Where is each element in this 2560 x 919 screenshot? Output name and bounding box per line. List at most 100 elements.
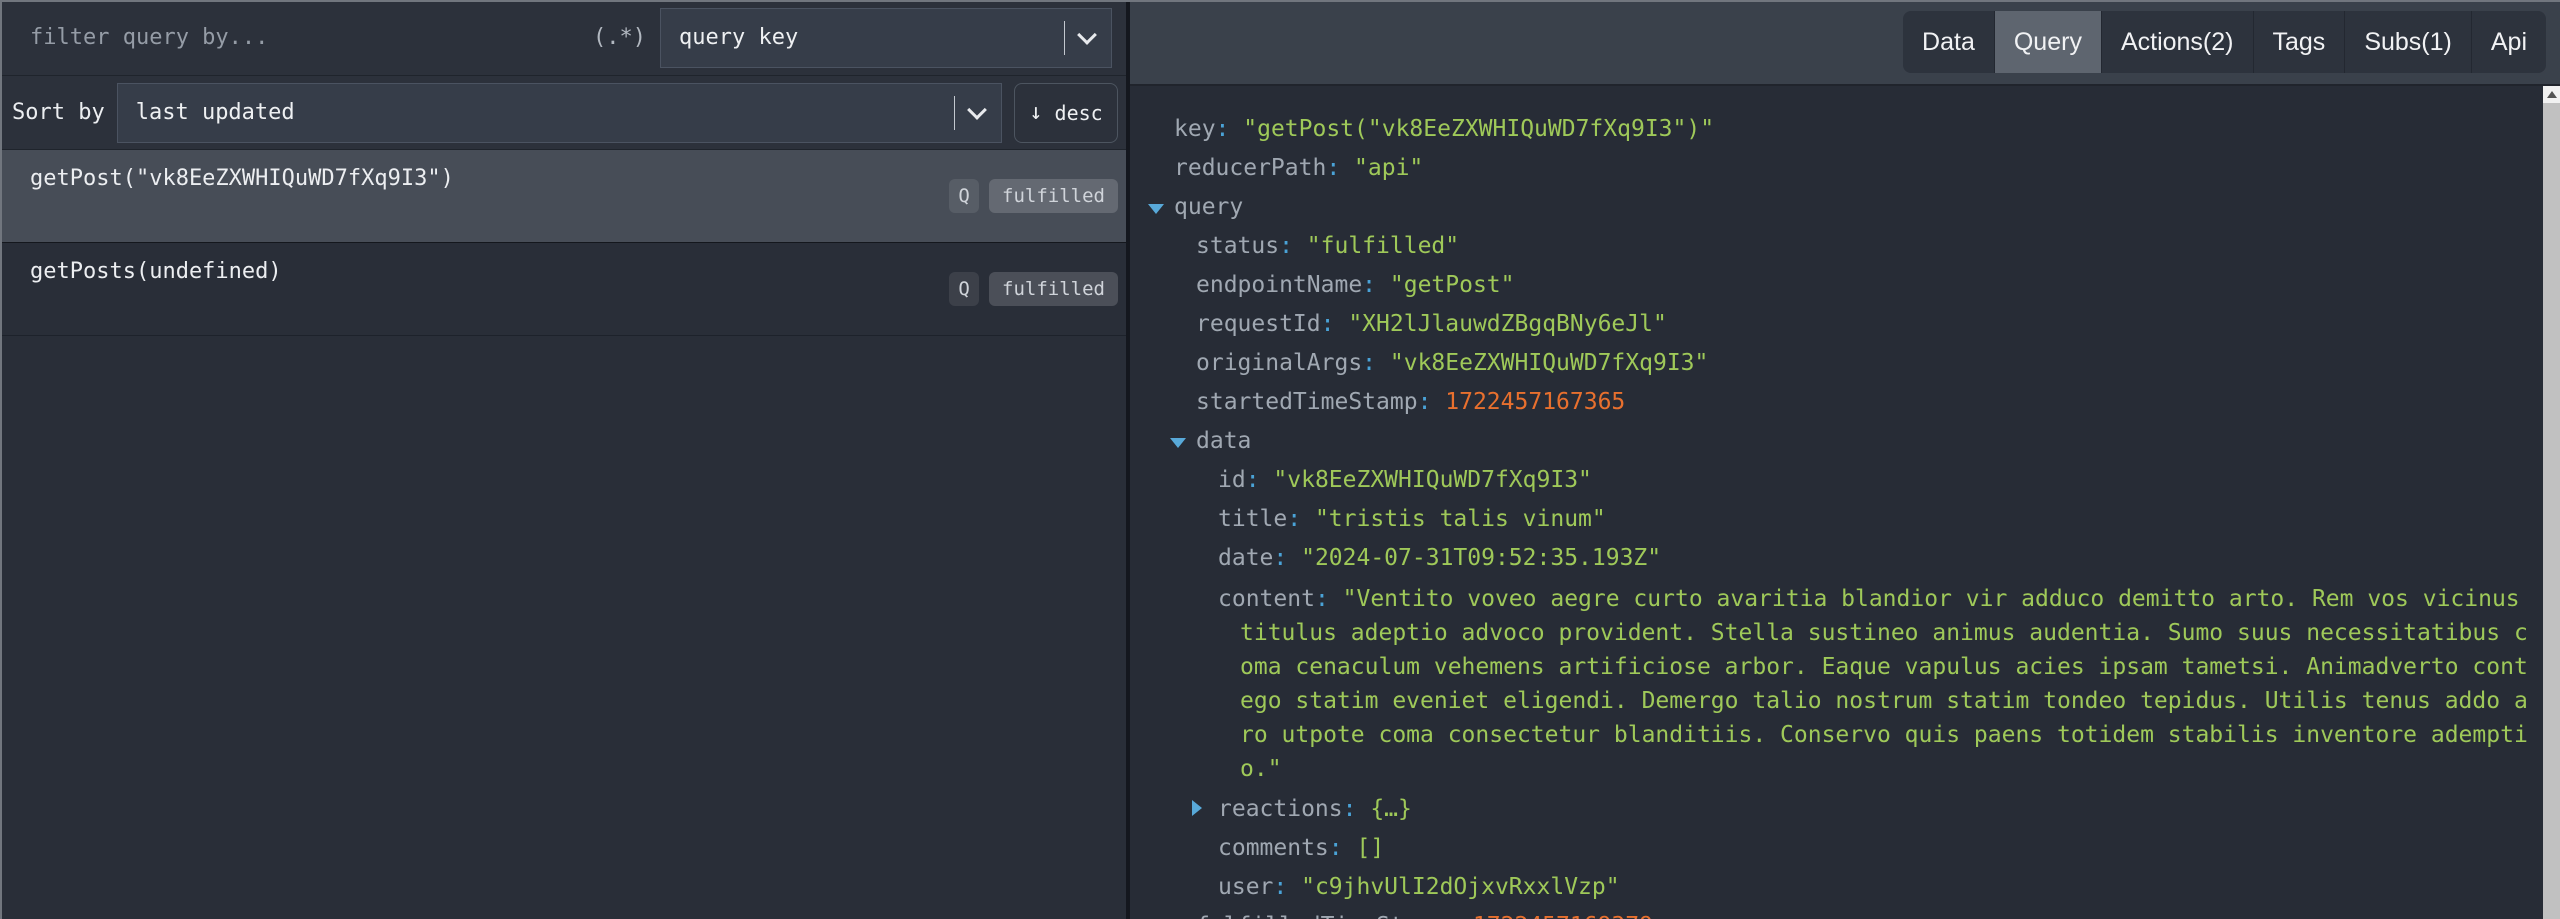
filter-query-input[interactable] xyxy=(30,25,585,50)
tree-value: "tristis talis vinum" xyxy=(1315,506,1606,532)
tree-value: 1722457169379 xyxy=(1473,913,1653,919)
tree-row-title: title: "tristis talis vinum" xyxy=(1174,500,2543,539)
query-list-item-0[interactable]: getPost("vk8EeZXWHIQuWD7fXq9I3")Qfulfill… xyxy=(0,150,1126,243)
expand-arrow-icon[interactable] xyxy=(1192,790,1218,829)
tree-colon: : xyxy=(1273,545,1301,571)
tree-row-reducerpath: reducerPath: "api" xyxy=(1174,149,2543,188)
tab-api[interactable]: Api xyxy=(2471,11,2546,73)
chevron-down-icon xyxy=(1077,25,1097,45)
query-type-badge: Q xyxy=(949,179,979,213)
tree-row-data[interactable]: data xyxy=(1174,422,2543,461)
tree-value: "Ventito voveo aegre curto avaritia blan… xyxy=(1240,586,2528,782)
window-top-border xyxy=(0,0,2560,2)
sort-by-select[interactable]: last updated xyxy=(117,83,1002,143)
tree-row-reactions[interactable]: reactions: {…} xyxy=(1174,790,2543,829)
tree-row-content: content: "Ventito voveo aegre curto avar… xyxy=(1174,582,2543,786)
collapse-arrow-icon[interactable] xyxy=(1148,188,1174,227)
tree-key: key xyxy=(1174,116,1216,142)
sort-order-button[interactable]: ↓ desc xyxy=(1014,83,1118,143)
tree-key: reactions xyxy=(1218,796,1343,822)
scroll-up-arrow-icon xyxy=(2547,91,2557,98)
tree-key: user xyxy=(1218,874,1273,900)
query-list: getPost("vk8EeZXWHIQuWD7fXq9I3")Qfulfill… xyxy=(0,150,1126,336)
tree-row-comments: comments: [] xyxy=(1174,829,2543,868)
tree-value: "getPost" xyxy=(1390,272,1515,298)
tree-key: originalArgs xyxy=(1196,350,1362,376)
rtk-query-devtools: (.*) query key Sort by last updated ↓ de… xyxy=(0,0,2560,919)
filter-bar: (.*) query key xyxy=(0,0,1126,76)
tree-value: "vk8EeZXWHIQuWD7fXq9I3" xyxy=(1273,467,1592,493)
tab-actions-2[interactable]: Actions(2) xyxy=(2101,11,2253,73)
tree-row-fulfilledtimestamp: fulfilledTimeStamp: 1722457169379 xyxy=(1174,907,2543,919)
tab-subs-1[interactable]: Subs(1) xyxy=(2344,11,2471,73)
scroll-up-button[interactable] xyxy=(2543,86,2560,103)
tree-value: 1722457167365 xyxy=(1445,389,1625,415)
tree-colon: : xyxy=(1418,389,1446,415)
tree-key: query xyxy=(1174,194,1243,220)
tree-colon: : xyxy=(1315,586,1343,612)
sort-by-selected-value: last updated xyxy=(136,100,295,125)
query-type-badge: Q xyxy=(949,272,979,306)
tree-value: "api" xyxy=(1354,155,1423,181)
tree-key: title xyxy=(1218,506,1287,532)
tree-colon: : xyxy=(1362,272,1390,298)
query-list-item-1[interactable]: getPosts(undefined) Qfulfilled xyxy=(0,243,1126,336)
filter-by-select[interactable]: query key xyxy=(660,8,1112,68)
tree-row-date: date: "2024-07-31T09:52:35.193Z" xyxy=(1174,539,2543,578)
status-badge: fulfilled xyxy=(989,272,1118,306)
tab-query[interactable]: Query xyxy=(1994,11,2101,73)
tree-row-query[interactable]: query xyxy=(1174,188,2543,227)
tree-key: date xyxy=(1218,545,1273,571)
tree-row-originalargs: originalArgs: "vk8EeZXWHIQuWD7fXq9I3" xyxy=(1174,344,2543,383)
tree-key: endpointName xyxy=(1196,272,1362,298)
tree-value: "getPost("vk8EeZXWHIQuWD7fXq9I3")" xyxy=(1243,116,1714,142)
tree-key: startedTimeStamp xyxy=(1196,389,1418,415)
tree-row-id: id: "vk8EeZXWHIQuWD7fXq9I3" xyxy=(1174,461,2543,500)
query-list-panel: (.*) query key Sort by last updated ↓ de… xyxy=(0,0,1126,919)
json-tree: key: "getPost("vk8EeZXWHIQuWD7fXq9I3")"r… xyxy=(1130,86,2543,919)
tab-tags[interactable]: Tags xyxy=(2253,11,2345,73)
tree-row-requestid: requestId: "XH2lJlauwdZBgqBNy6eJl" xyxy=(1174,305,2543,344)
tree-value: "c9jhvUlI2dOjxvRxxlVzp" xyxy=(1301,874,1620,900)
query-inspector-panel: DataQueryActions(2)TagsSubs(1)Api key: "… xyxy=(1126,0,2560,919)
scrollbar[interactable] xyxy=(2543,86,2560,919)
arrow-down-icon: ↓ xyxy=(1029,100,1042,125)
tree-colon: : xyxy=(1329,835,1357,861)
tree-colon: : xyxy=(1216,116,1244,142)
tree-colon: : xyxy=(1321,311,1349,337)
window-left-border xyxy=(0,0,2,919)
tree-key: fulfilledTimeStamp xyxy=(1196,913,1445,919)
scrollbar-thumb[interactable] xyxy=(2543,103,2560,919)
collapse-arrow-icon[interactable] xyxy=(1170,422,1196,461)
sort-by-label: Sort by xyxy=(12,100,105,125)
tree-key: reducerPath xyxy=(1174,155,1326,181)
chevron-down-icon xyxy=(967,100,987,120)
tree-row-status: status: "fulfilled" xyxy=(1174,227,2543,266)
tree-colon: : xyxy=(1287,506,1315,532)
tree-row-user: user: "c9jhvUlI2dOjxvRxxlVzp" xyxy=(1174,868,2543,907)
status-badge: fulfilled xyxy=(989,179,1118,213)
regex-toggle[interactable]: (.*) xyxy=(593,25,646,50)
tree-colon: : xyxy=(1273,874,1301,900)
tree-value: "XH2lJlauwdZBgqBNy6eJl" xyxy=(1348,311,1667,337)
tree-value: "2024-07-31T09:52:35.193Z" xyxy=(1301,545,1661,571)
tree-key: status xyxy=(1196,233,1279,259)
tree-key: id xyxy=(1218,467,1246,493)
inspector-body: key: "getPost("vk8EeZXWHIQuWD7fXq9I3")"r… xyxy=(1130,86,2560,919)
tree-colon: : xyxy=(1279,233,1307,259)
tree-row-key: key: "getPost("vk8EeZXWHIQuWD7fXq9I3")" xyxy=(1174,110,2543,149)
tree-key: data xyxy=(1196,428,1251,454)
select-divider xyxy=(1064,21,1065,55)
tree-key: comments xyxy=(1218,835,1329,861)
tree-colon: : xyxy=(1326,155,1354,181)
tree-colon: : xyxy=(1362,350,1390,376)
query-key-label: getPosts(undefined) xyxy=(30,259,282,284)
tree-value: "fulfilled" xyxy=(1307,233,1459,259)
inspector-tabs: DataQueryActions(2)TagsSubs(1)Api xyxy=(1903,11,2546,73)
tree-row-endpointname: endpointName: "getPost" xyxy=(1174,266,2543,305)
tree-value: "vk8EeZXWHIQuWD7fXq9I3" xyxy=(1390,350,1709,376)
tree-value: {…} xyxy=(1370,796,1412,822)
sort-bar: Sort by last updated ↓ desc xyxy=(0,76,1126,150)
tab-data[interactable]: Data xyxy=(1903,11,1994,73)
tree-colon: : xyxy=(1445,913,1473,919)
